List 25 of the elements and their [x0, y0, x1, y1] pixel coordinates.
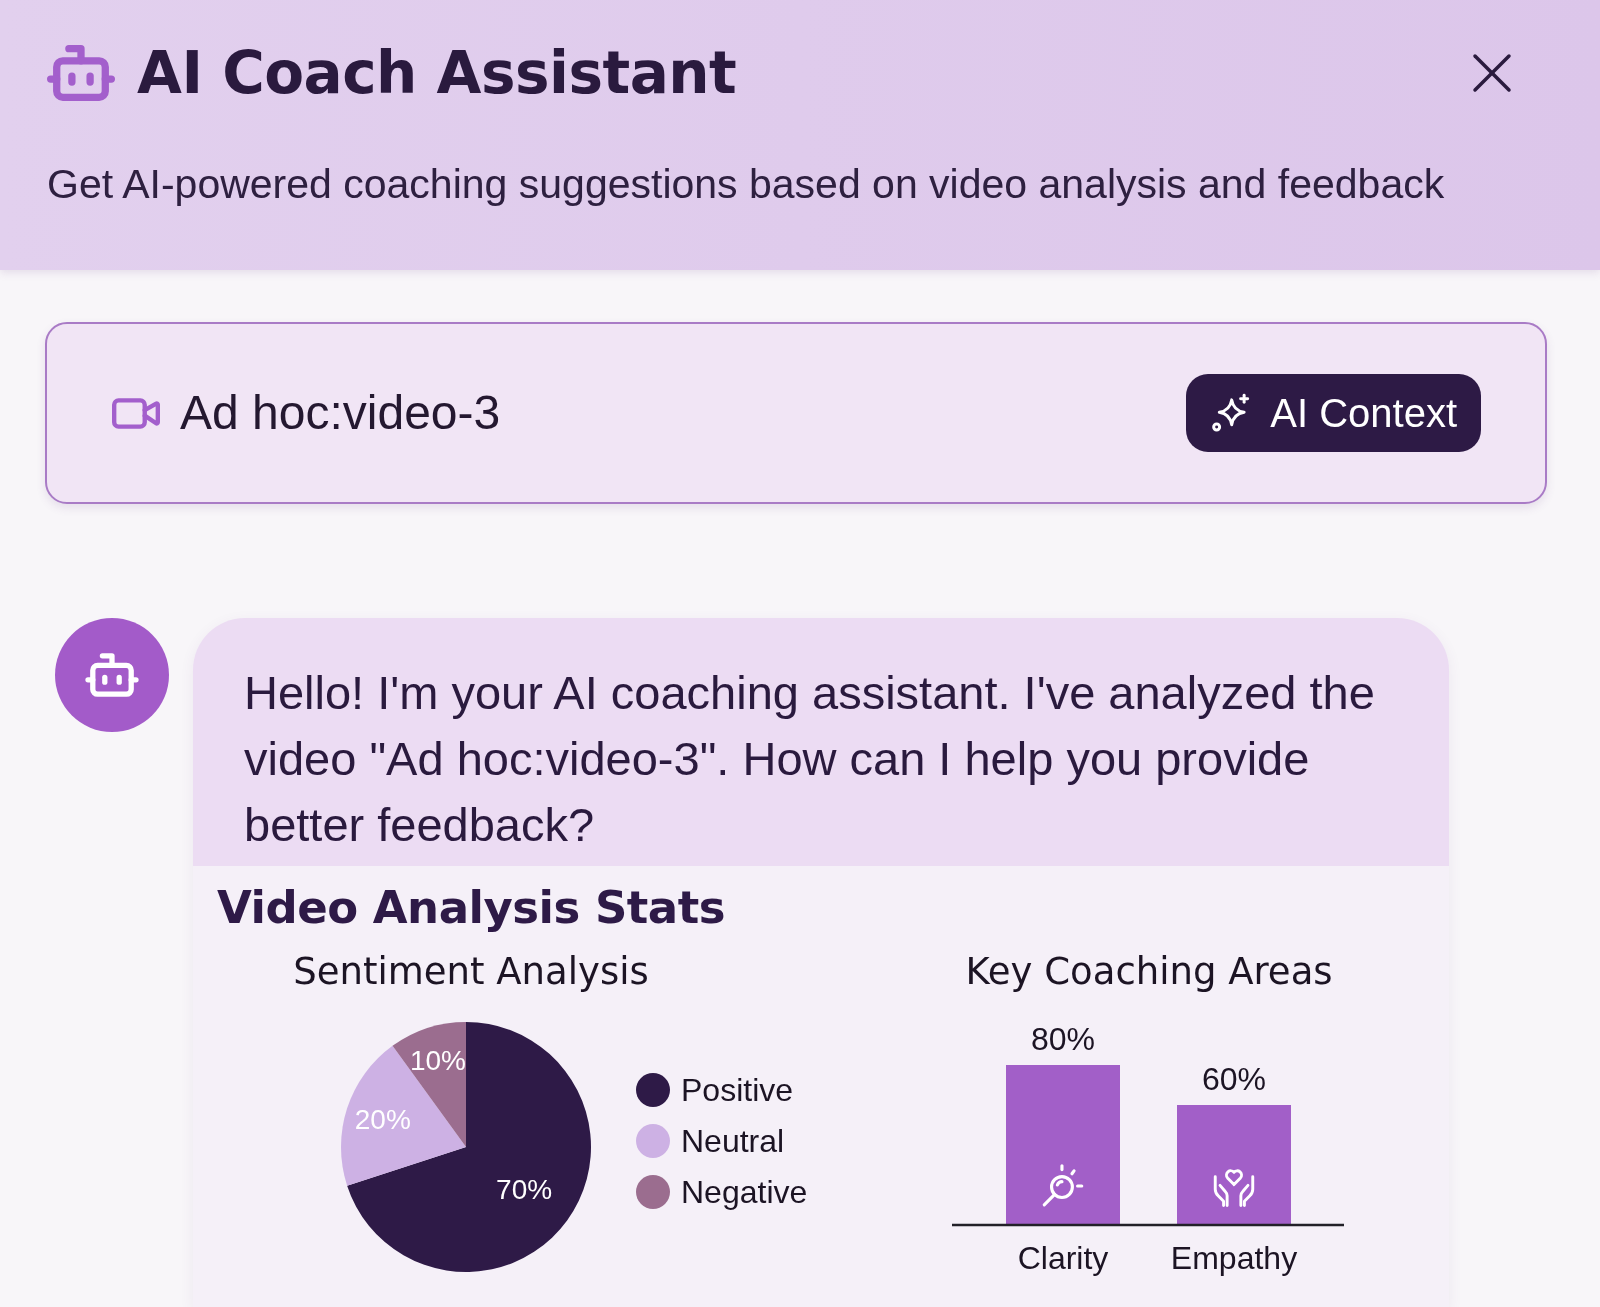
pie-slice-label: 10% [409, 1045, 466, 1077]
video-title: Ad hoc:video-3 [180, 386, 501, 440]
close-button[interactable] [1472, 53, 1512, 93]
pie-slice-label: 20% [354, 1104, 411, 1136]
pie-slice-label: 70% [496, 1173, 553, 1205]
ai-context-button[interactable]: AI Context [1186, 374, 1481, 452]
robot-icon [47, 45, 115, 101]
message-text: Hello! I'm your AI coaching assistant. I've analyzed the video "Ad hoc:video-3". How can I help you provide better feedback? [193, 618, 1449, 866]
legend-label: Neutral [681, 1124, 785, 1158]
magnifier-icon [1044, 1165, 1082, 1205]
chart-title: Key Coaching Areas [964, 950, 1334, 994]
header-subtitle: Get AI-powered coaching suggestions based on video analysis and feedback [47, 161, 1446, 207]
stats-title: Video Analysis Stats [217, 882, 726, 934]
bar-category-label: Empathy [1170, 1240, 1298, 1276]
app-title: AI Coach Assistant [137, 40, 737, 106]
bar-category-label: Clarity [1017, 1240, 1109, 1276]
video-camera-icon [112, 397, 160, 429]
legend-label: Negative [681, 1175, 808, 1209]
close-icon [1472, 53, 1512, 93]
bar-value-label: 80% [1031, 1021, 1095, 1057]
legend-label: Positive [681, 1073, 794, 1107]
hands-heart-icon [1215, 1170, 1253, 1206]
chart-title: Sentiment Analysis [292, 950, 650, 994]
robot-avatar-icon [55, 618, 169, 732]
bar-value-label: 60% [1202, 1061, 1266, 1097]
